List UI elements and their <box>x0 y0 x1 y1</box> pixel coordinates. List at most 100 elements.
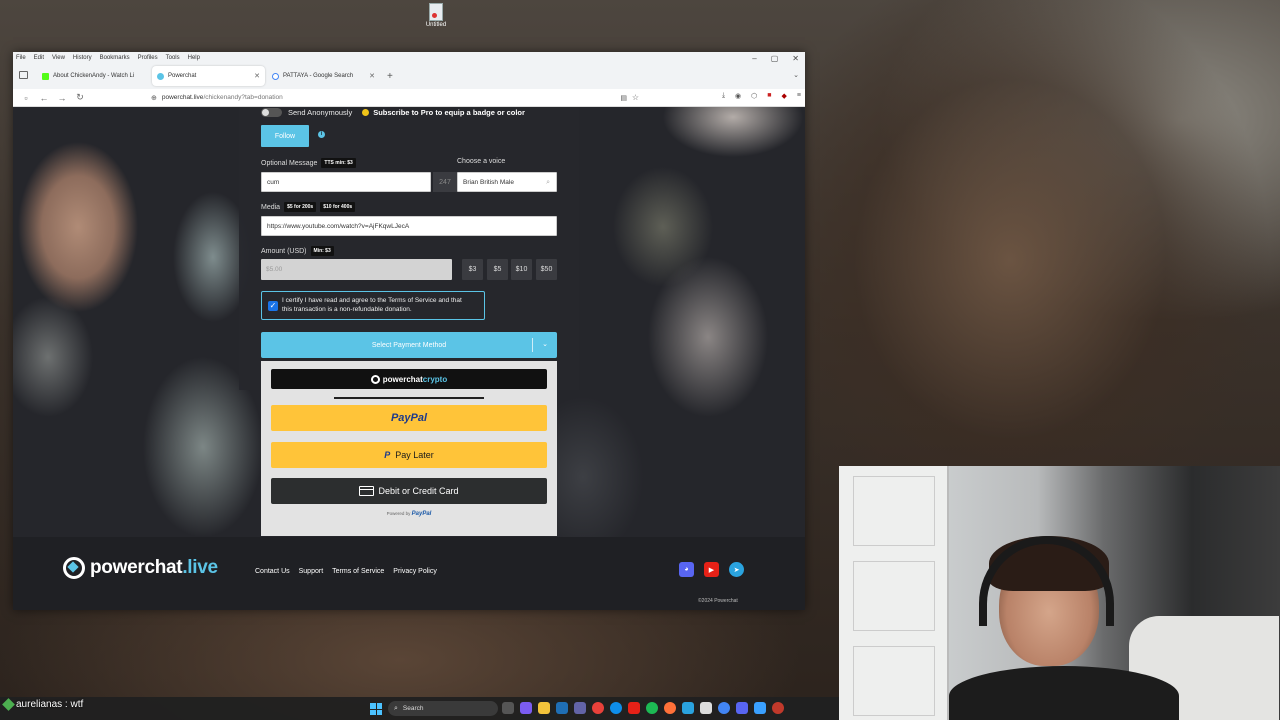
bookmark-star-icon[interactable]: ☆ <box>632 93 639 102</box>
powerchat-logo-icon <box>370 374 380 384</box>
menu-view[interactable]: View <box>52 55 65 61</box>
pro-note[interactable]: Subscribe to Pro to equip a badge or col… <box>362 108 525 117</box>
paypal-button[interactable]: PayPal <box>271 405 547 431</box>
edge-icon[interactable] <box>610 702 622 714</box>
terms-of-service-link[interactable]: Terms of Service <box>332 568 384 575</box>
certify-checkbox[interactable]: ✓ <box>268 300 278 311</box>
spotify-icon[interactable] <box>646 702 658 714</box>
chrome-icon[interactable] <box>718 702 730 714</box>
teams-icon[interactable] <box>574 702 586 714</box>
support-link[interactable]: Support <box>299 568 324 575</box>
preset-10-button[interactable]: $10 <box>511 259 532 280</box>
webcam-door <box>839 466 949 720</box>
webcam-door-panel <box>853 646 935 716</box>
task-view-icon[interactable] <box>502 702 514 714</box>
privacy-policy-link[interactable]: Privacy Policy <box>393 568 437 575</box>
new-tab-icon[interactable]: + <box>387 71 393 82</box>
chevron-down-icon: ⌄ <box>542 341 548 348</box>
obs-icon[interactable] <box>772 702 784 714</box>
pay-later-button[interactable]: P Pay Later <box>271 442 547 468</box>
info-icon[interactable]: i <box>318 131 325 138</box>
certify-checkbox-row[interactable]: ✓ I certify I have read and agree to the… <box>261 291 485 320</box>
powerchat-crypto-button[interactable]: powerchat crypto <box>271 369 547 389</box>
opera-icon[interactable] <box>592 702 604 714</box>
shield-icon[interactable] <box>754 702 766 714</box>
media-url-input[interactable]: https://www.youtube.com/watch?v=AjFKqwLJ… <box>261 216 557 236</box>
download-icon[interactable]: ⤓ <box>722 92 725 100</box>
firefox-icon[interactable] <box>664 702 676 714</box>
sidebar-icon[interactable]: ▫ <box>21 93 31 103</box>
copilot-icon[interactable] <box>520 702 532 714</box>
tab-label: About ChickenAndy - Watch Li <box>53 73 135 79</box>
contact-us-link[interactable]: Contact Us <box>255 568 290 575</box>
toolbar-actions: ⤓ ◉ ⬡ ■ ◆ ≡ <box>722 92 801 100</box>
window-controls: – ▢ ✕ <box>752 54 799 63</box>
tab-overflow-icon[interactable]: ⌄ <box>793 71 799 79</box>
telegram-icon[interactable]: ➤ <box>729 562 744 577</box>
close-tab-icon[interactable]: ✕ <box>254 72 260 80</box>
powerchat-favicon-icon <box>157 72 164 80</box>
amount-input[interactable]: $5.00 <box>261 259 452 280</box>
store-icon[interactable] <box>556 702 568 714</box>
file-explorer-icon[interactable] <box>538 702 550 714</box>
menu-help[interactable]: Help <box>188 55 200 61</box>
menu-file[interactable]: File <box>16 55 26 61</box>
debit-credit-card-button[interactable]: Debit or Credit Card <box>271 478 547 504</box>
powerchat-logo[interactable]: powerchat .live <box>63 557 218 579</box>
preset-50-button[interactable]: $50 <box>536 259 557 280</box>
extensions-icon[interactable]: ⬡ <box>751 92 757 100</box>
account-icon[interactable]: ◉ <box>735 92 741 100</box>
powered-by-paypal: Powered by PayPal <box>261 511 557 517</box>
tab-label: Powerchat <box>168 73 197 79</box>
follow-button[interactable]: Follow <box>261 125 309 147</box>
select-payment-method-button[interactable]: Select Payment Method ⌄ <box>261 332 557 358</box>
telegram-app-icon[interactable] <box>682 702 694 714</box>
site-footer: powerchat .live Contact Us Support Terms… <box>13 537 805 610</box>
notepad-icon[interactable] <box>700 702 712 714</box>
desktop-file-icon[interactable]: Untitled <box>424 3 448 33</box>
message-input[interactable]: cum <box>261 172 431 192</box>
preset-5-button[interactable]: $5 <box>487 259 508 280</box>
browser-window: File Edit View History Bookmarks Profile… <box>13 52 805 610</box>
menu-history[interactable]: History <box>73 55 92 61</box>
close-tab-icon[interactable]: ✕ <box>369 72 375 80</box>
close-window-icon[interactable]: ✕ <box>792 54 799 63</box>
menu-bookmarks[interactable]: Bookmarks <box>100 55 130 61</box>
menu-icon[interactable]: ≡ <box>797 92 801 100</box>
discord-app-icon[interactable] <box>736 702 748 714</box>
menu-tools[interactable]: Tools <box>166 55 180 61</box>
reload-icon[interactable]: ↻ <box>75 92 85 103</box>
menu-profiles[interactable]: Profiles <box>138 55 158 61</box>
site-info-icon[interactable]: ⊕ <box>151 94 157 102</box>
anonymous-toggle[interactable] <box>261 108 282 117</box>
tab-list-icon[interactable] <box>19 71 28 79</box>
maximize-icon[interactable]: ▢ <box>771 54 779 63</box>
reader-view-icon[interactable]: ▤ <box>620 94 627 102</box>
tab-chickenandy[interactable]: About ChickenAndy - Watch Li <box>37 66 150 86</box>
youtube-app-icon[interactable] <box>628 702 640 714</box>
youtube-icon[interactable]: ▶ <box>704 562 719 577</box>
crypto-brand: powerchat <box>382 374 423 384</box>
search-icon: ⌕ <box>546 179 550 186</box>
back-icon[interactable]: ← <box>39 93 49 103</box>
menu-edit[interactable]: Edit <box>34 55 44 61</box>
ublock-icon[interactable]: ◆ <box>782 92 787 100</box>
desktop-icon-label: Untitled <box>425 22 447 28</box>
forward-icon[interactable]: → <box>57 93 67 103</box>
tab-google-search[interactable]: PATTAYA - Google Search ✕ <box>267 66 380 86</box>
webcam-feed <box>839 466 1280 720</box>
url-bar[interactable]: ⊕ powerchat.live /chickenandy?tab=donati… <box>147 91 639 104</box>
file-icon <box>429 3 443 21</box>
discord-icon[interactable]: ◕ <box>679 562 694 577</box>
voice-select[interactable]: Brian British Male ⌕ <box>457 172 557 192</box>
minimize-icon[interactable]: – <box>752 54 756 63</box>
preset-3-button[interactable]: $3 <box>462 259 483 280</box>
taskbar-search[interactable]: ⌕ Search <box>388 701 498 716</box>
addon-icon[interactable]: ■ <box>767 92 771 100</box>
windows-start-icon[interactable] <box>370 703 382 715</box>
crypto-accent: crypto <box>422 374 448 384</box>
amount-min-badge: Min: $3 <box>310 246 334 256</box>
media-badge-200s: $5 for 200s <box>284 202 317 212</box>
url-path: /chickenandy?tab=donation <box>203 94 283 101</box>
tab-powerchat[interactable]: Powerchat ✕ <box>152 66 265 86</box>
